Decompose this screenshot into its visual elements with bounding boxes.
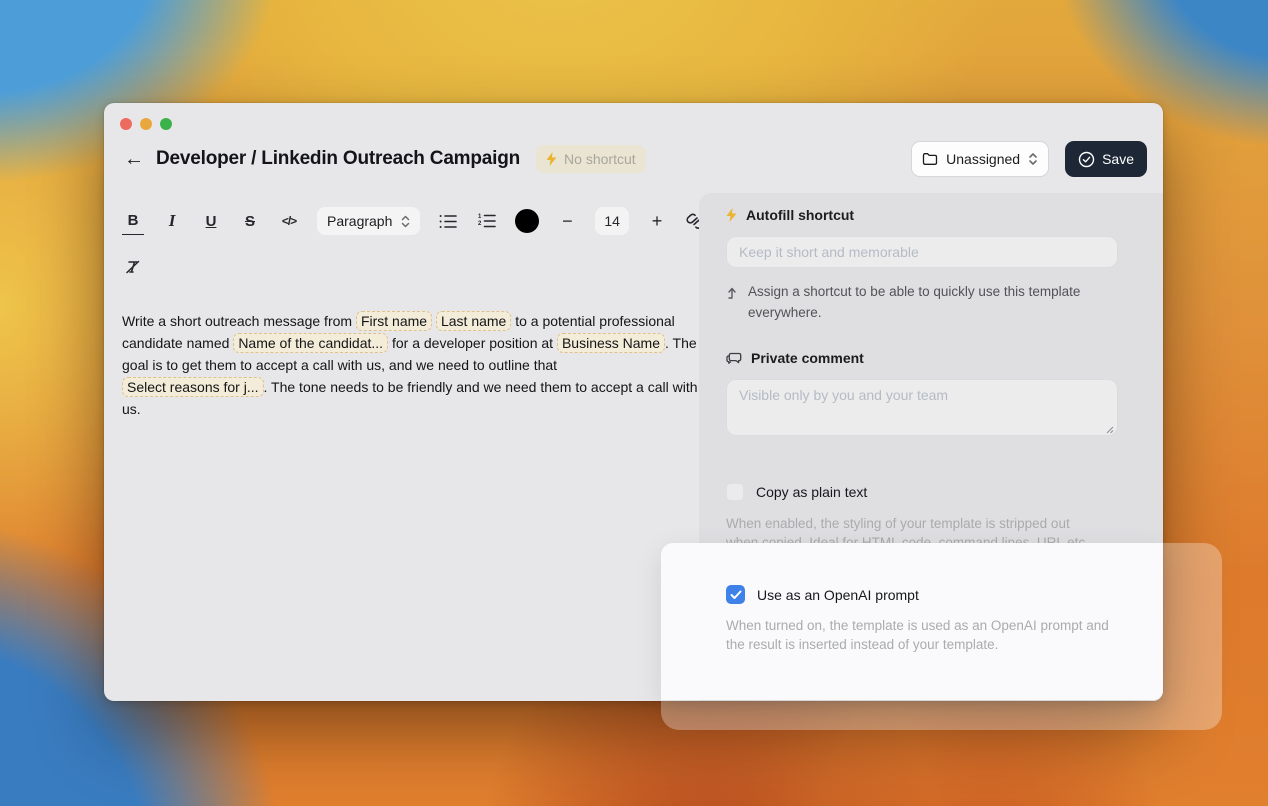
editor-content: Write a short outreach message from Firs… (122, 310, 706, 420)
formatting-toolbar: B I U S </> Paragraph 1 2 (122, 207, 722, 281)
autofill-shortcut-heading: Autofill shortcut (726, 207, 1136, 223)
autofill-shortcut-title: Autofill shortcut (746, 207, 854, 223)
italic-button[interactable]: I (161, 207, 183, 235)
openai-description: When turned on, the template is used as … (726, 616, 1118, 654)
private-comment-textarea[interactable] (726, 379, 1118, 436)
folder-select-value: Unassigned (946, 151, 1020, 167)
speech-bubbles-icon (726, 351, 742, 365)
back-button[interactable]: ← (120, 145, 148, 173)
save-button[interactable]: Save (1065, 141, 1147, 177)
template-editor[interactable]: Write a short outreach message from Firs… (122, 310, 706, 420)
resize-handle[interactable] (1105, 425, 1114, 434)
clear-formatting-button[interactable] (122, 253, 144, 281)
folder-icon (922, 152, 938, 166)
code-button[interactable]: </> (278, 207, 300, 235)
traffic-lights (120, 118, 172, 130)
openai-checkbox[interactable] (726, 585, 745, 604)
turn-up-arrow-icon (726, 285, 738, 299)
shortcut-input[interactable] (726, 236, 1118, 268)
page-title: Developer / Linkedin Outreach Campaign (156, 148, 520, 170)
svg-text:1: 1 (478, 214, 482, 220)
chevron-up-down-icon (401, 214, 410, 229)
zoom-window-button[interactable] (160, 118, 172, 130)
shortcut-hint-text: Assign a shortcut to be able to quickly … (748, 281, 1094, 323)
template-token[interactable]: Select reasons for j... (122, 377, 264, 397)
paragraph-style-value: Paragraph (327, 213, 392, 229)
template-token[interactable]: Name of the candidat... (233, 333, 388, 353)
plain-text-checkbox[interactable] (726, 483, 744, 501)
plain-text-row: Copy as plain text (726, 483, 1136, 501)
save-button-label: Save (1102, 151, 1134, 167)
close-window-button[interactable] (120, 118, 132, 130)
shortcut-badge-label: No shortcut (564, 151, 636, 167)
openai-label: Use as an OpenAI prompt (757, 587, 919, 603)
openai-row: Use as an OpenAI prompt (726, 585, 1163, 604)
increase-font-size-button[interactable]: + (646, 207, 668, 235)
text-color-button[interactable] (515, 209, 539, 233)
bullet-list-button[interactable] (437, 207, 459, 235)
paragraph-style-select[interactable]: Paragraph (317, 207, 420, 235)
private-comment-title: Private comment (751, 350, 864, 366)
strikethrough-button[interactable]: S (239, 207, 261, 235)
numbered-list-button[interactable]: 1 2 (476, 207, 498, 235)
underline-button[interactable]: U (200, 207, 222, 235)
check-circle-icon (1078, 151, 1095, 168)
template-token[interactable]: Business Name (557, 333, 665, 353)
minimize-window-button[interactable] (140, 118, 152, 130)
template-token[interactable]: Last name (436, 311, 511, 331)
font-size-value[interactable]: 14 (595, 207, 629, 235)
chevron-up-down-icon (1028, 151, 1038, 167)
lightning-bolt-icon (546, 152, 557, 166)
svg-text:2: 2 (478, 221, 482, 227)
shortcut-badge: No shortcut (536, 145, 646, 173)
decrease-font-size-button[interactable]: − (556, 207, 578, 235)
openai-spotlight-card: Use as an OpenAI prompt When turned on, … (661, 543, 1163, 700)
shortcut-hint: Assign a shortcut to be able to quickly … (726, 281, 1094, 323)
lightning-bolt-icon (726, 208, 737, 222)
window-header: ← Developer / Linkedin Outreach Campaign… (120, 139, 1147, 179)
template-token[interactable]: First name (356, 311, 432, 331)
bold-button[interactable]: B (122, 207, 144, 235)
folder-select[interactable]: Unassigned (911, 141, 1049, 177)
plain-text-label: Copy as plain text (756, 484, 867, 500)
private-comment-heading: Private comment (726, 350, 1136, 366)
